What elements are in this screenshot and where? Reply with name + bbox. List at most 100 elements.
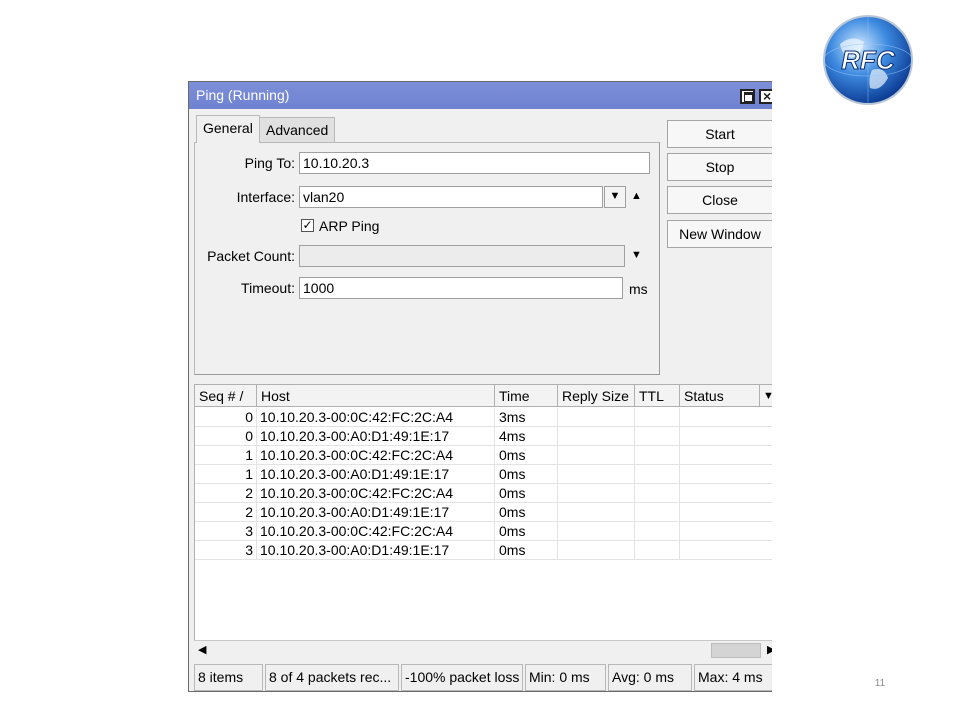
interface-label: Interface: — [236, 189, 295, 205]
scroll-left-icon[interactable]: ◀ — [198, 643, 206, 656]
maximize-icon[interactable] — [740, 89, 755, 104]
rfc-globe-logo: RFC — [822, 14, 914, 106]
cell-seq: 3 — [195, 522, 257, 541]
window-titlebar[interactable]: Ping (Running) — [189, 82, 772, 109]
col-status[interactable]: Status — [680, 385, 760, 407]
status-avg: Avg: 0 ms — [608, 664, 692, 691]
new-window-button[interactable]: New Window — [667, 220, 772, 248]
ping-to-input[interactable]: 10.10.20.3 — [299, 152, 650, 174]
cell-time: 0ms — [495, 465, 558, 484]
cell-seq: 1 — [195, 465, 257, 484]
cell-reply-size — [558, 427, 635, 446]
table-row[interactable]: 1 10.10.20.3-00:A0:D1:49:1E:17 0ms — [195, 465, 772, 484]
status-packets: 8 of 4 packets rec... — [265, 664, 399, 691]
close-button[interactable]: Close — [667, 186, 772, 214]
table-row[interactable]: 2 10.10.20.3-00:A0:D1:49:1E:17 0ms — [195, 503, 772, 522]
empty-row — [195, 560, 772, 579]
svg-text:RFC: RFC — [841, 45, 896, 75]
cell-status — [680, 522, 772, 541]
cell-seq: 2 — [195, 503, 257, 522]
cell-reply-size — [558, 465, 635, 484]
horizontal-scrollbar[interactable]: ◀ ▶ — [194, 640, 772, 660]
cell-seq: 3 — [195, 541, 257, 560]
cell-status — [680, 541, 772, 560]
cell-reply-size — [558, 522, 635, 541]
cell-time: 0ms — [495, 522, 558, 541]
collapse-up-icon[interactable]: ▲ — [631, 190, 642, 202]
cell-time: 0ms — [495, 446, 558, 465]
cell-reply-size — [558, 541, 635, 560]
cell-status — [680, 503, 772, 522]
col-ttl[interactable]: TTL — [635, 385, 680, 407]
cell-time: 3ms — [495, 408, 558, 427]
ping-results-table: Seq # / Host Time Reply Size TTL Status … — [194, 384, 772, 660]
table-row[interactable]: 2 10.10.20.3-00:0C:42:FC:2C:A4 0ms — [195, 484, 772, 503]
cell-host: 10.10.20.3-00:A0:D1:49:1E:17 — [257, 427, 495, 446]
cell-ttl — [635, 446, 680, 465]
interface-select[interactable]: vlan20 — [299, 186, 603, 208]
scroll-right-icon[interactable]: ▶ — [767, 643, 772, 656]
cell-time: 4ms — [495, 427, 558, 446]
status-max: Max: 4 ms — [694, 664, 772, 691]
cell-seq: 0 — [195, 408, 257, 427]
cell-ttl — [635, 503, 680, 522]
col-seq[interactable]: Seq # / — [195, 385, 257, 407]
cell-ttl — [635, 427, 680, 446]
ping-to-label: Ping To: — [244, 155, 295, 171]
scroll-thumb[interactable] — [711, 643, 761, 658]
cell-host: 10.10.20.3-00:A0:D1:49:1E:17 — [257, 503, 495, 522]
cell-status — [680, 408, 772, 427]
cell-time: 0ms — [495, 503, 558, 522]
stop-button[interactable]: Stop — [667, 153, 772, 181]
ping-window: Ping (Running) × General Advanced Ping T… — [188, 81, 772, 692]
cell-time: 0ms — [495, 484, 558, 503]
cell-host: 10.10.20.3-00:A0:D1:49:1E:17 — [257, 541, 495, 560]
close-icon[interactable]: × — [759, 89, 772, 104]
expand-down-icon[interactable]: ▼ — [631, 249, 642, 261]
cell-seq: 1 — [195, 446, 257, 465]
packet-count-input[interactable] — [299, 245, 625, 267]
status-bar: 8 items 8 of 4 packets rec... -100% pack… — [194, 664, 772, 691]
cell-time: 0ms — [495, 541, 558, 560]
arp-ping-checkbox[interactable]: ✓ — [301, 219, 314, 232]
cell-host: 10.10.20.3-00:0C:42:FC:2C:A4 — [257, 484, 495, 503]
cell-ttl — [635, 522, 680, 541]
status-loss: -100% packet loss — [401, 664, 523, 691]
cell-status — [680, 427, 772, 446]
status-min: Min: 0 ms — [525, 664, 606, 691]
table-row[interactable]: 3 10.10.20.3-00:A0:D1:49:1E:17 0ms — [195, 541, 772, 560]
cell-host: 10.10.20.3-00:0C:42:FC:2C:A4 — [257, 522, 495, 541]
arp-ping-label: ARP Ping — [319, 218, 380, 234]
window-title: Ping (Running) — [196, 87, 290, 103]
timeout-input[interactable]: 1000 — [299, 277, 623, 299]
empty-row — [195, 617, 772, 636]
cell-status — [680, 484, 772, 503]
tab-advanced[interactable]: Advanced — [259, 117, 336, 142]
cell-seq: 0 — [195, 427, 257, 446]
start-button[interactable]: Start — [667, 120, 772, 148]
table-row[interactable]: 0 10.10.20.3-00:0C:42:FC:2C:A4 3ms — [195, 408, 772, 427]
col-reply-size[interactable]: Reply Size — [558, 385, 635, 407]
cell-host: 10.10.20.3-00:0C:42:FC:2C:A4 — [257, 446, 495, 465]
cell-reply-size — [558, 408, 635, 427]
cell-reply-size — [558, 484, 635, 503]
tab-general[interactable]: General — [196, 115, 260, 143]
cell-host: 10.10.20.3-00:A0:D1:49:1E:17 — [257, 465, 495, 484]
cell-seq: 2 — [195, 484, 257, 503]
table-row[interactable]: 3 10.10.20.3-00:0C:42:FC:2C:A4 0ms — [195, 522, 772, 541]
empty-row — [195, 598, 772, 617]
column-menu-icon[interactable]: ▼ — [763, 390, 772, 402]
timeout-unit: ms — [629, 281, 648, 297]
cell-status — [680, 465, 772, 484]
table-row[interactable]: 1 10.10.20.3-00:0C:42:FC:2C:A4 0ms — [195, 446, 772, 465]
col-time[interactable]: Time — [495, 385, 558, 407]
cell-ttl — [635, 465, 680, 484]
cell-ttl — [635, 408, 680, 427]
packet-count-label: Packet Count: — [207, 248, 295, 264]
table-row[interactable]: 0 10.10.20.3-00:A0:D1:49:1E:17 4ms — [195, 427, 772, 446]
dropdown-icon[interactable]: ▼ — [604, 186, 626, 208]
general-panel: Ping To: 10.10.20.3 Interface: vlan20 ▼ … — [194, 142, 660, 375]
col-host[interactable]: Host — [257, 385, 495, 407]
cell-status — [680, 446, 772, 465]
status-items: 8 items — [194, 664, 263, 691]
